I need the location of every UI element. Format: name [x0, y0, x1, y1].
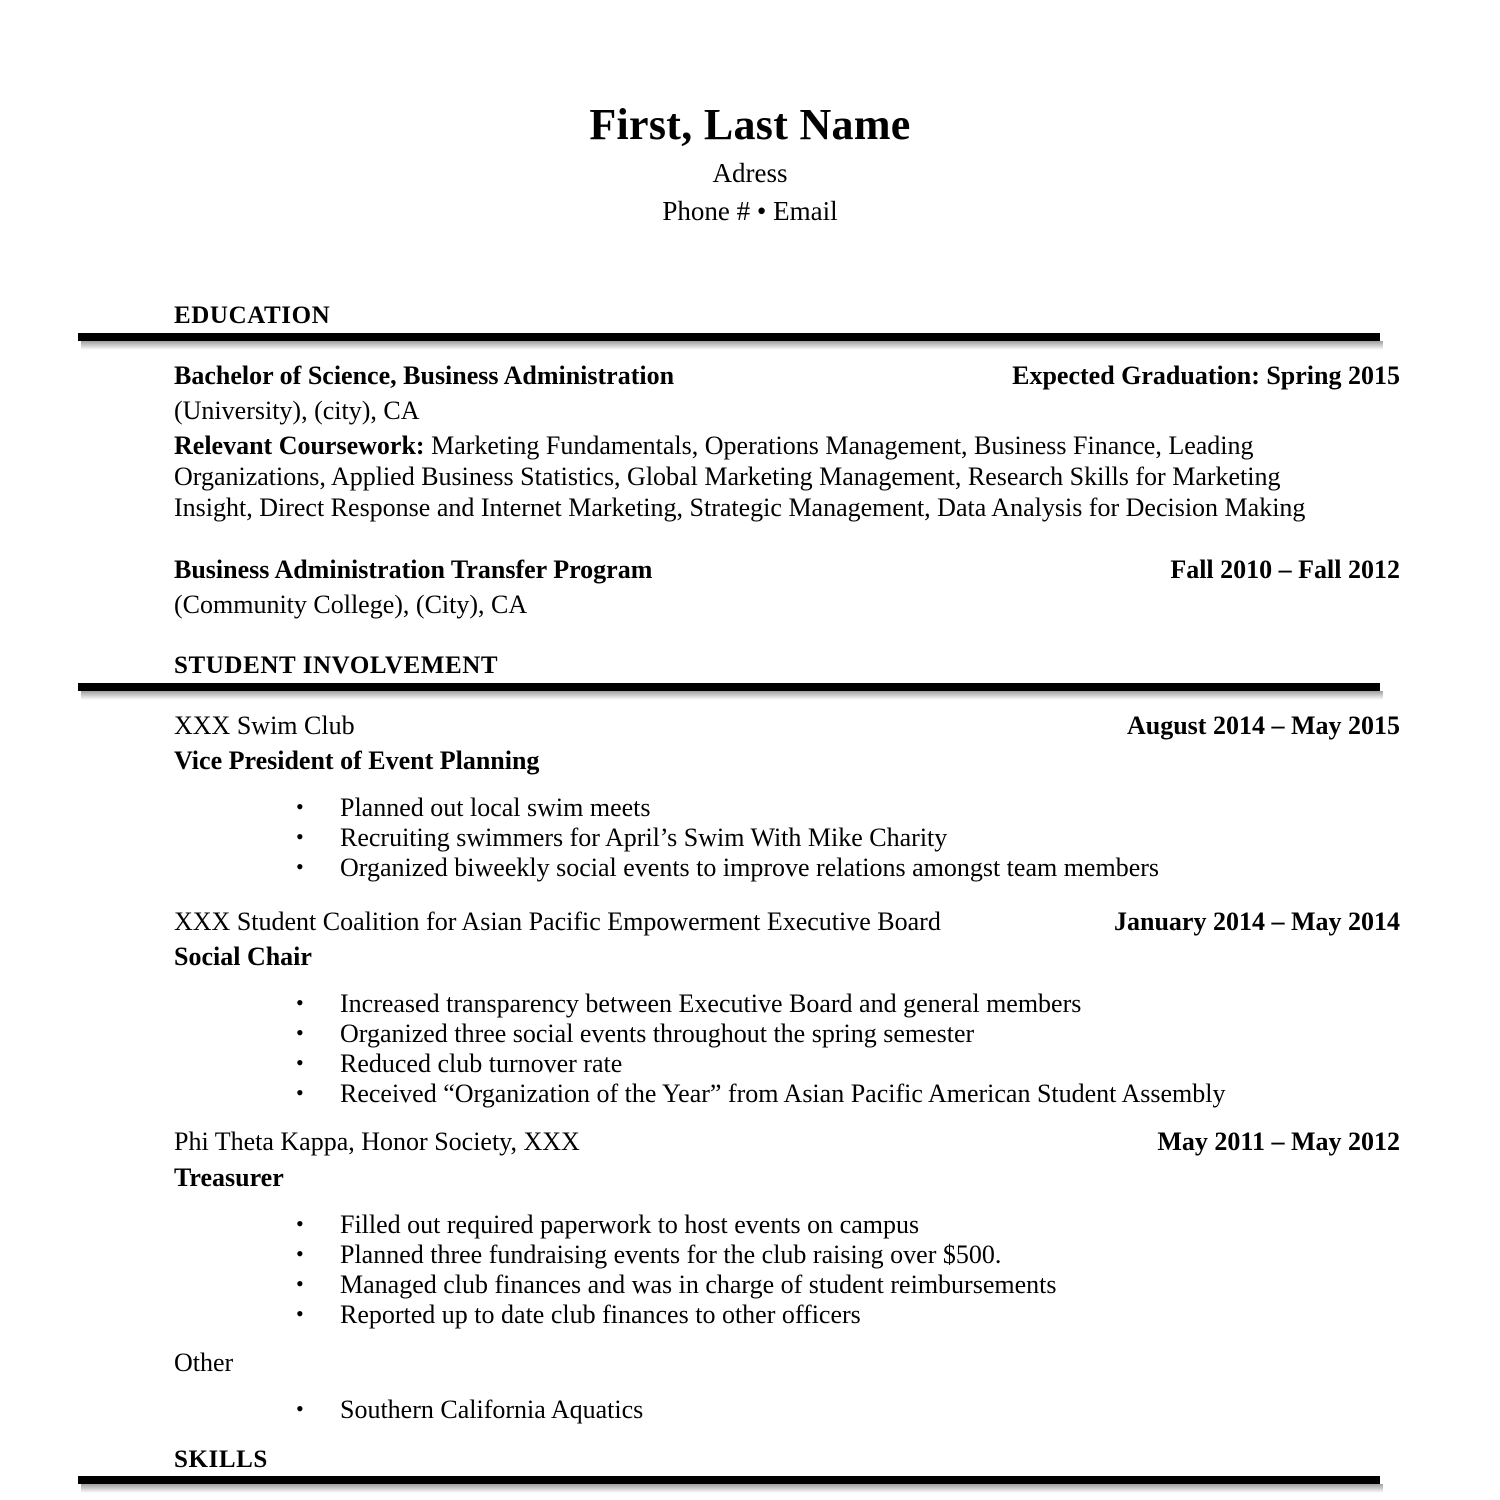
involvement-other-bullets: Southern California Aquatics: [78, 1394, 1402, 1425]
list-item: Organized biweekly social events to impr…: [78, 852, 1402, 883]
section-title-student-involvement: STUDENT INVOLVEMENT: [174, 652, 499, 680]
candidate-address: Adress: [712, 158, 788, 189]
candidate-contact: Phone # • Email: [662, 196, 838, 227]
section-title-skills: SKILLS: [174, 1445, 268, 1473]
list-item: Increased transparency between Executive…: [78, 988, 1402, 1019]
section-rule-student-involvement: [78, 682, 1383, 700]
section-skills: SKILLS Effectively able to identify and …: [78, 1445, 1402, 1500]
education-entry-1-header: Bachelor of Science, Business Administra…: [174, 361, 1402, 390]
involvement-role: Social Chair: [174, 942, 312, 972]
education-entry-2: Business Administration Transfer Program…: [78, 555, 1402, 619]
section-education: EDUCATION Bachelor of Science, Business …: [78, 301, 1402, 619]
education-degree: Bachelor of Science, Business Administra…: [174, 360, 675, 390]
list-item: Managed club finances and was in charge …: [78, 1269, 1402, 1300]
involvement-entry-2: XXX Student Coalition for Asian Pacific …: [78, 907, 1402, 971]
list-item: Planned out local swim meets: [78, 792, 1402, 823]
involvement-role: Vice President of Event Planning: [174, 746, 540, 776]
involvement-entry-1-header: XXX Swim Club August 2014 – May 2015: [174, 711, 1402, 740]
section-rule-education: [78, 332, 1383, 350]
education-coursework: Relevant Coursework: Marketing Fundament…: [174, 431, 1326, 523]
list-item: Reported up to date club finances to oth…: [78, 1299, 1402, 1330]
involvement-date: January 2014 – May 2014: [1114, 907, 1400, 937]
education-institution: (University), (city), CA: [174, 396, 420, 426]
list-item: Southern California Aquatics: [78, 1394, 1402, 1425]
involvement-bullets-3: Filled out required paperwork to host ev…: [78, 1209, 1402, 1330]
involvement-entry-2-header: XXX Student Coalition for Asian Pacific …: [174, 907, 1402, 936]
education-entry-1: Bachelor of Science, Business Administra…: [78, 361, 1402, 523]
involvement-bullets-2: Increased transparency between Executive…: [78, 988, 1402, 1109]
resume-document: First, Last Name Adress Phone # • Email …: [0, 0, 1500, 1500]
education-date: Fall 2010 – Fall 2012: [1170, 555, 1400, 585]
list-item: Planned three fundraising events for the…: [78, 1239, 1402, 1270]
involvement-date: May 2011 – May 2012: [1157, 1127, 1400, 1157]
involvement-organization: XXX Student Coalition for Asian Pacific …: [174, 907, 941, 937]
section-rule-skills: [78, 1476, 1383, 1494]
resume-body: EDUCATION Bachelor of Science, Business …: [0, 301, 1500, 1500]
list-item: Reduced club turnover rate: [78, 1048, 1402, 1079]
candidate-name: First, Last Name: [589, 100, 911, 149]
coursework-label: Relevant Coursework:: [174, 431, 425, 461]
involvement-bullets-1: Planned out local swim meets Recruiting …: [78, 792, 1402, 883]
involvement-date: August 2014 – May 2015: [1126, 710, 1400, 740]
list-item: Received “Organization of the Year” from…: [78, 1078, 1402, 1109]
section-student-involvement: STUDENT INVOLVEMENT XXX Swim Club August…: [78, 651, 1402, 1424]
education-entry-2-header: Business Administration Transfer Program…: [174, 555, 1402, 584]
list-item: Organized three social events throughout…: [78, 1018, 1402, 1049]
education-date: Expected Graduation: Spring 2015: [1012, 360, 1400, 390]
section-title-education: EDUCATION: [174, 302, 331, 330]
involvement-entry-3: Phi Theta Kappa, Honor Society, XXX May …: [78, 1127, 1402, 1191]
involvement-entry-3-header: Phi Theta Kappa, Honor Society, XXX May …: [174, 1127, 1402, 1156]
education-institution: (Community College), (City), CA: [174, 590, 528, 620]
involvement-entry-1: XXX Swim Club August 2014 – May 2015 Vic…: [78, 711, 1402, 775]
involvement-organization: XXX Swim Club: [174, 710, 355, 740]
list-item: Filled out required paperwork to host ev…: [78, 1209, 1402, 1240]
involvement-other-label: Other: [174, 1347, 234, 1377]
education-degree: Business Administration Transfer Program: [174, 555, 653, 585]
list-item: Recruiting swimmers for April’s Swim Wit…: [78, 822, 1402, 853]
resume-header: First, Last Name Adress Phone # • Email: [0, 0, 1500, 229]
involvement-organization: Phi Theta Kappa, Honor Society, XXX: [174, 1127, 580, 1157]
involvement-role: Treasurer: [174, 1162, 284, 1192]
